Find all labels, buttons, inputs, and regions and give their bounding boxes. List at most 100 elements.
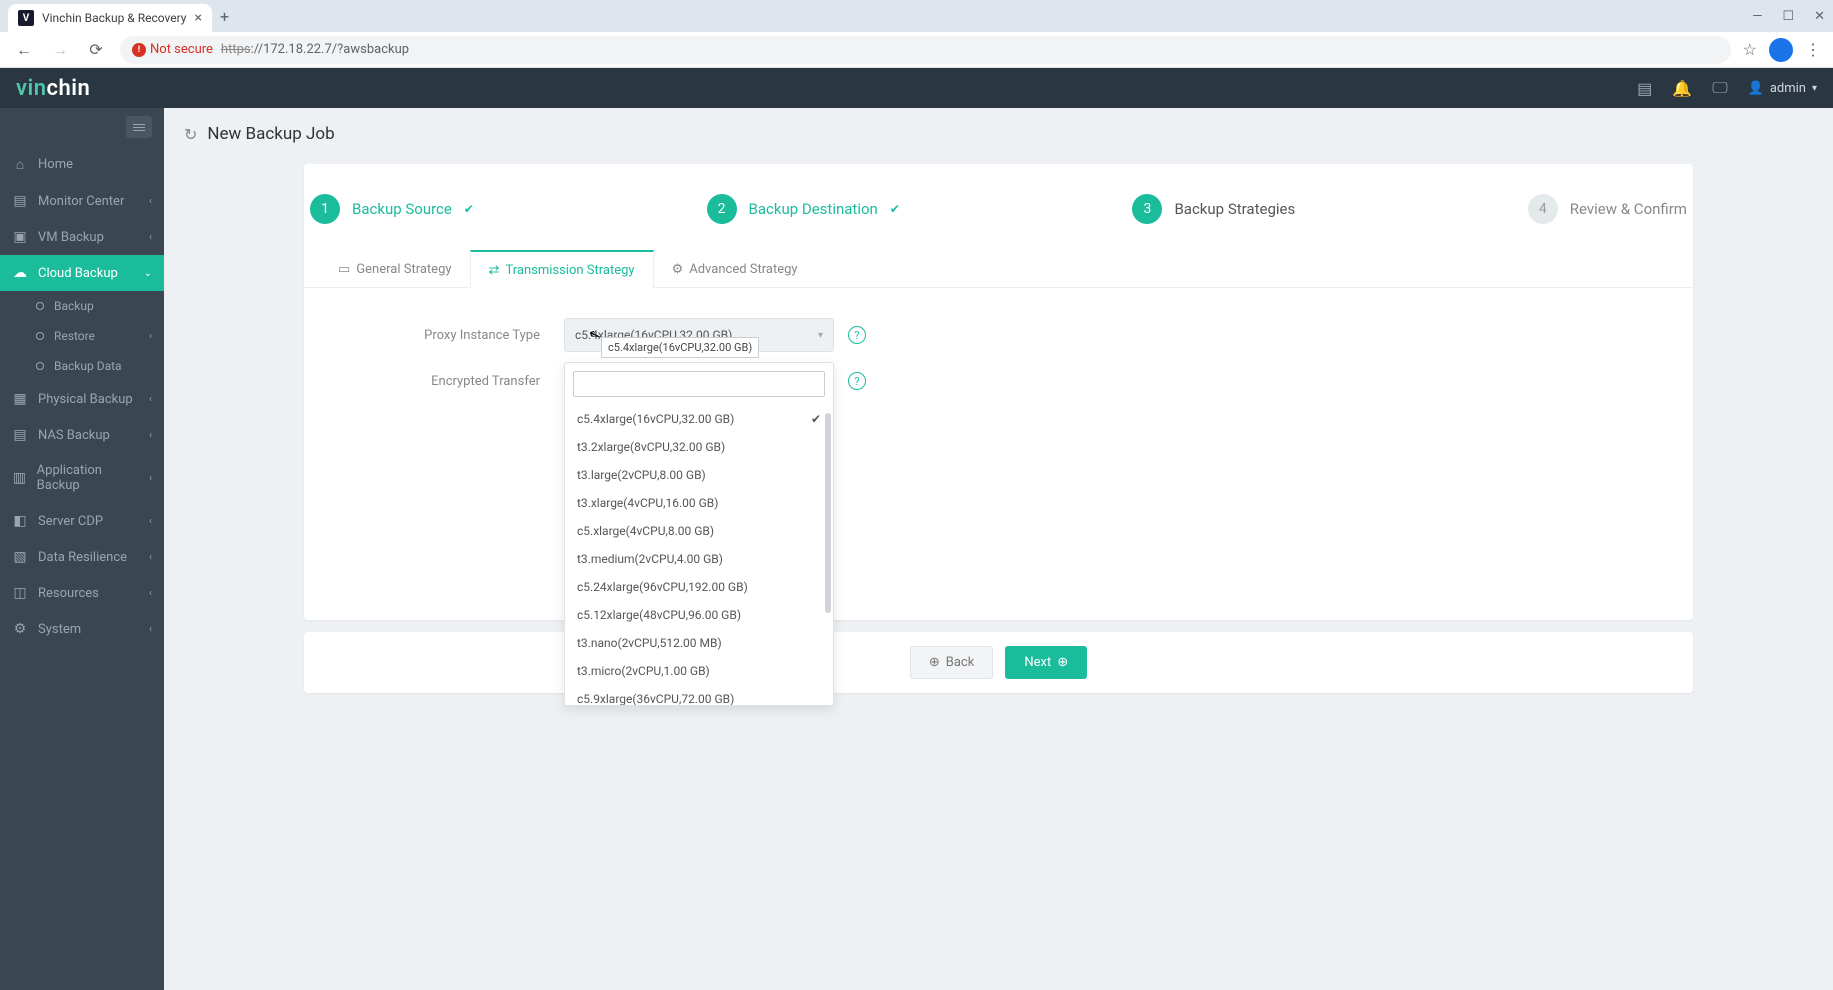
new-tab-button[interactable]: + <box>220 7 229 26</box>
help-icon[interactable]: ? <box>848 372 866 390</box>
scrollbar-thumb[interactable] <box>825 413 831 613</box>
wizard-card: 1 Backup Source ✔ 2 Backup Destination ✔… <box>304 164 1693 620</box>
sidebar-item-application[interactable]: ▥ Application Backup ‹ <box>0 453 164 503</box>
browser-tab[interactable]: V Vinchin Backup & Recovery × <box>8 4 212 32</box>
sidebar-item-monitor[interactable]: ▤ Monitor Center ‹ <box>0 183 164 219</box>
tab-transmission-strategy[interactable]: ⇄ Transmission Strategy <box>470 250 654 288</box>
sidebar-item-home[interactable]: ⌂ Home <box>0 146 164 183</box>
arrow-right-circle-icon: ⊕ <box>1057 655 1068 670</box>
user-menu[interactable]: 👤 admin ▾ <box>1748 81 1817 96</box>
monitor-icon: ▤ <box>12 193 28 209</box>
main-content: ↻ New Backup Job 1 Backup Source ✔ 2 Bac… <box>164 108 1833 990</box>
address-bar[interactable]: ! Not secure https://172.18.22.7/?awsbac… <box>120 36 1731 64</box>
check-icon: ✔ <box>464 202 474 216</box>
chevron-down-icon: ⌄ <box>144 268 152 279</box>
resilience-icon: ▧ <box>12 549 28 565</box>
refresh-icon[interactable]: ↻ <box>184 125 197 144</box>
wizard-stepper: 1 Backup Source ✔ 2 Backup Destination ✔… <box>304 194 1693 250</box>
dropdown-option[interactable]: t3.large(2vCPU,8.00 GB) <box>565 461 833 489</box>
brand-logo: vinchin <box>16 76 90 101</box>
sidebar-item-system[interactable]: ⚙ System ‹ <box>0 611 164 647</box>
dropdown-option[interactable]: t3.micro(2vCPU,1.00 GB) <box>565 657 833 685</box>
strategy-tabs: ▭ General Strategy ⇄ Transmission Strate… <box>304 250 1693 288</box>
dropdown-search-input[interactable] <box>573 371 825 397</box>
nav-forward-icon[interactable]: → <box>48 38 72 62</box>
dropdown-option[interactable]: c5.xlarge(4vCPU,8.00 GB) <box>565 517 833 545</box>
back-button[interactable]: ⊕ Back <box>910 646 993 679</box>
dropdown-option[interactable]: c5.12xlarge(48vCPU,96.00 GB) <box>565 601 833 629</box>
dropdown-option[interactable]: t3.medium(2vCPU,4.00 GB) <box>565 545 833 573</box>
security-indicator[interactable]: ! Not secure <box>132 42 213 57</box>
dropdown-option[interactable]: t3.2xlarge(8vCPU,32.00 GB) <box>565 433 833 461</box>
dropdown-option[interactable]: t3.nano(2vCPU,512.00 MB) <box>565 629 833 657</box>
sidebar-toggle[interactable] <box>0 108 164 146</box>
chevron-left-icon: ‹ <box>149 331 152 342</box>
label-proxy-instance-type: Proxy Instance Type <box>344 328 564 343</box>
tooltip: c5.4xlarge(16vCPU,32.00 GB) <box>601 337 759 358</box>
header-bell-icon[interactable]: 🔔 <box>1672 79 1692 98</box>
home-icon: ⌂ <box>12 156 28 173</box>
header-notes-icon[interactable]: ▤ <box>1637 79 1652 98</box>
circle-icon <box>36 302 44 310</box>
nas-icon: ▤ <box>12 427 28 443</box>
dropdown-option[interactable]: c5.9xlarge(36vCPU,72.00 GB) <box>565 685 833 705</box>
chrome-menu-icon[interactable]: ⋮ <box>1805 40 1821 59</box>
chevron-down-icon: ▾ <box>818 330 823 341</box>
sidebar-item-cloud-backup[interactable]: ☁ Cloud Backup ⌄ <box>0 255 164 291</box>
nav-reload-icon[interactable]: ⟳ <box>84 38 108 62</box>
help-icon[interactable]: ? <box>848 326 866 344</box>
step-review-confirm[interactable]: 4 Review & Confirm <box>1528 194 1687 224</box>
circle-icon <box>36 362 44 370</box>
dropdown-option[interactable]: c5.4xlarge(16vCPU,32.00 GB)✔ <box>565 405 833 433</box>
window-minimize-icon[interactable]: — <box>1752 9 1762 24</box>
dropdown-proxy-instance-type: c5.4xlarge(16vCPU,32.00 GB)✔ t3.2xlarge(… <box>564 362 834 706</box>
step-backup-source[interactable]: 1 Backup Source ✔ <box>310 194 474 224</box>
sidebar-item-server-cdp[interactable]: ◧ Server CDP ‹ <box>0 503 164 539</box>
url-display: https://172.18.22.7/?awsbackup <box>221 42 409 57</box>
gear-icon: ⚙ <box>672 262 684 277</box>
page-title-row: ↻ New Backup Job <box>184 124 1813 144</box>
window-maximize-icon[interactable]: ☐ <box>1782 9 1794 24</box>
cloud-icon: ☁ <box>12 265 28 281</box>
chevron-left-icon: ‹ <box>149 624 152 635</box>
chevron-left-icon: ‹ <box>149 196 152 207</box>
cdp-icon: ◧ <box>12 513 28 529</box>
sidebar-sub-backup-data[interactable]: Backup Data <box>0 351 164 381</box>
bookmark-star-icon[interactable]: ☆ <box>1743 40 1757 59</box>
dropdown-option[interactable]: t3.xlarge(4vCPU,16.00 GB) <box>565 489 833 517</box>
header-display-icon[interactable]: 🖵 <box>1712 78 1727 98</box>
next-button[interactable]: Next ⊕ <box>1005 646 1087 679</box>
tab-close-icon[interactable]: × <box>194 10 201 26</box>
select-proxy-instance-type[interactable]: c5.4xlarge(16vCPU,32.00 GB) ▾ ↖ c5.4xlar… <box>564 318 834 352</box>
tab-advanced-strategy[interactable]: ⚙ Advanced Strategy <box>654 250 816 287</box>
window-close-icon[interactable]: ✕ <box>1814 9 1825 24</box>
card-icon: ▭ <box>338 262 350 277</box>
app-icon: ▥ <box>12 470 27 486</box>
sidebar-sub-backup[interactable]: Backup <box>0 291 164 321</box>
dropdown-options-list[interactable]: c5.4xlarge(16vCPU,32.00 GB)✔ t3.2xlarge(… <box>565 405 833 705</box>
app-header: vinchin ▤ 🔔 🖵 👤 admin ▾ <box>0 68 1833 108</box>
tab-title: Vinchin Backup & Recovery <box>42 11 186 25</box>
sidebar-item-nas[interactable]: ▤ NAS Backup ‹ <box>0 417 164 453</box>
profile-avatar-icon[interactable] <box>1769 38 1793 62</box>
user-icon: 👤 <box>1748 81 1764 96</box>
tab-general-strategy[interactable]: ▭ General Strategy <box>320 250 470 287</box>
chevron-left-icon: ‹ <box>149 588 152 599</box>
server-icon: ▦ <box>12 391 28 407</box>
step-backup-strategies[interactable]: 3 Backup Strategies <box>1132 194 1295 224</box>
transfer-icon: ⇄ <box>489 263 500 278</box>
nav-back-icon[interactable]: ← <box>12 38 36 62</box>
dropdown-option[interactable]: c5.24xlarge(96vCPU,192.00 GB) <box>565 573 833 601</box>
page-title: New Backup Job <box>207 124 334 144</box>
browser-toolbar: ← → ⟳ ! Not secure https://172.18.22.7/?… <box>0 32 1833 68</box>
resources-icon: ◫ <box>12 585 28 601</box>
chevron-left-icon: ‹ <box>149 232 152 243</box>
sidebar-item-data-resilience[interactable]: ▧ Data Resilience ‹ <box>0 539 164 575</box>
sidebar-sub-restore[interactable]: Restore ‹ <box>0 321 164 351</box>
vm-icon: ▣ <box>12 229 28 245</box>
sidebar-item-resources[interactable]: ◫ Resources ‹ <box>0 575 164 611</box>
sidebar-item-vm-backup[interactable]: ▣ VM Backup ‹ <box>0 219 164 255</box>
step-backup-destination[interactable]: 2 Backup Destination ✔ <box>707 194 900 224</box>
tab-favicon-icon: V <box>18 10 34 26</box>
sidebar-item-physical[interactable]: ▦ Physical Backup ‹ <box>0 381 164 417</box>
